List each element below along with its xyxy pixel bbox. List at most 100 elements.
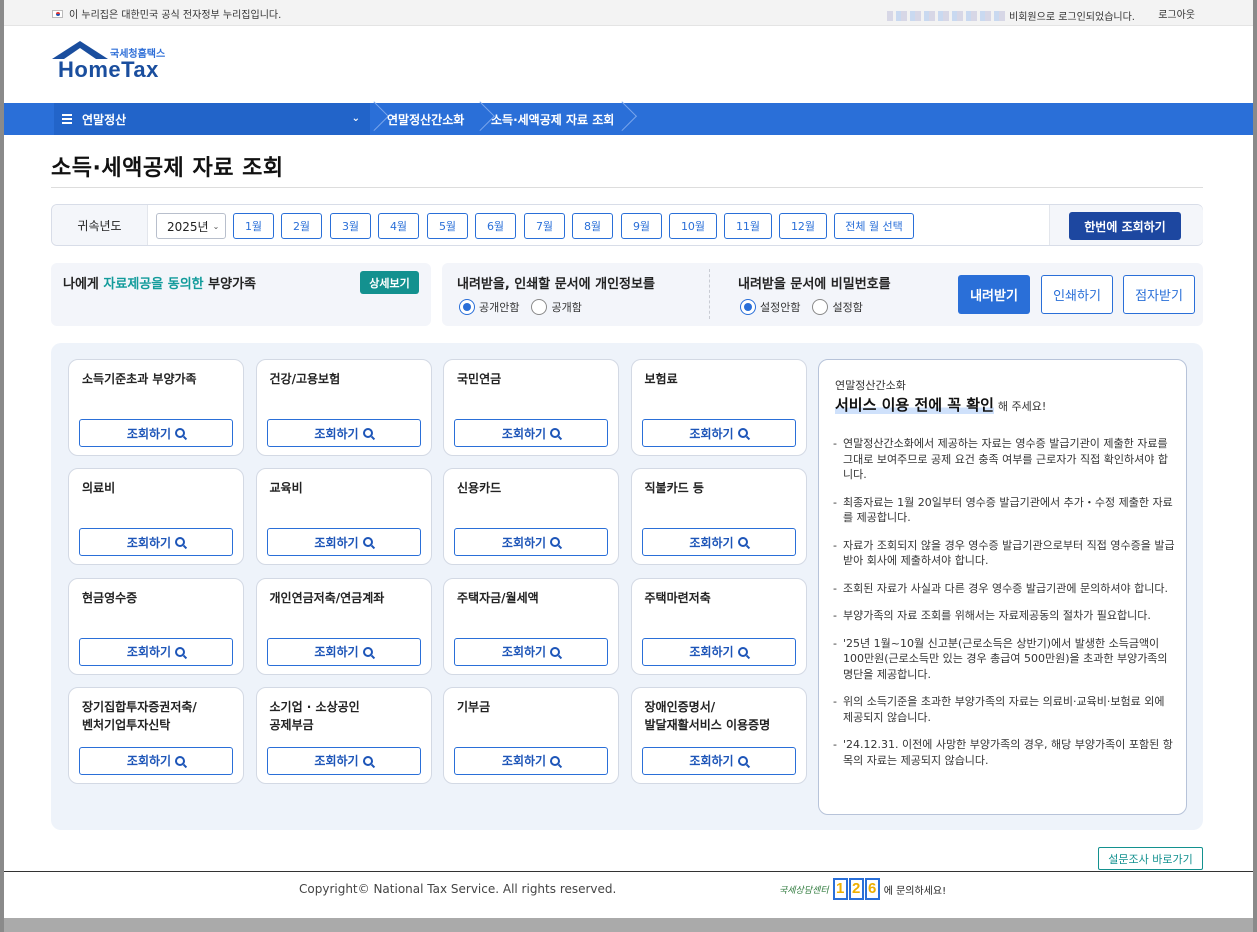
notice-item: 위의 소득기준을 초과한 부양가족의 자료는 의료비·교육비·보험료 외에 제공… [833, 694, 1177, 725]
month-button[interactable]: 6월 [475, 213, 516, 239]
query-button[interactable]: 조회하기 [266, 746, 421, 775]
deduction-card-title: 개인연금저축/연금계좌 [270, 589, 385, 607]
query-button[interactable]: 조회하기 [641, 528, 796, 557]
download-button[interactable]: 내려받기 [958, 275, 1030, 314]
deduction-card-title-line: 건강/고용보험 [269, 372, 341, 386]
year-label: 귀속년도 [52, 205, 148, 245]
print-button[interactable]: 인쇄하기 [1041, 275, 1113, 314]
notice-heading-tail: 해 주세요! [997, 400, 1047, 413]
search-icon [175, 755, 186, 766]
query-button[interactable]: 조회하기 [641, 746, 796, 775]
query-button[interactable]: 조회하기 [79, 746, 233, 775]
month-button[interactable]: 1월 [233, 213, 274, 239]
deduction-card-title: 보험료 [645, 370, 678, 388]
query-button-label: 조회하기 [126, 754, 172, 769]
call-center-banner[interactable]: 국세상담센터 1 2 6 에 문의하세요! [779, 878, 946, 900]
query-button[interactable]: 조회하기 [266, 637, 421, 666]
query-button[interactable]: 조회하기 [454, 746, 608, 775]
deduction-card-title: 소득기준초과 부양가족 [82, 370, 197, 388]
breadcrumb-separator [370, 103, 382, 135]
notice-subtitle: 연말정산간소화 [835, 379, 906, 392]
deduction-card-title: 직불카드 등 [645, 479, 704, 497]
password-option-title: 내려받을 문서에 비밀번호를 [738, 277, 891, 292]
menu-selector[interactable]: 연말정산 ⌄ [54, 103, 370, 135]
search-icon [550, 428, 561, 438]
deduction-card: 장애인증명서/발달재활서비스 이용증명조회하기 [630, 686, 807, 784]
password-off-radio[interactable] [740, 299, 756, 315]
deduction-card: 직불카드 등조회하기 [630, 468, 807, 566]
call-center-label: 국세상담센터 [779, 885, 829, 896]
query-button-label: 조회하기 [126, 645, 172, 660]
dependent-consent-text: 나에게 자료제공을 동의한 부양가족 [63, 273, 256, 292]
month-button[interactable]: 7월 [524, 213, 565, 239]
notice-item: 부양가족의 자료 조회를 위해서는 자료제공동의 절차가 필요합니다. [833, 608, 1177, 624]
deduction-card-title: 주택마련저축 [645, 589, 711, 607]
deduction-card-title-line: 주택마련저축 [644, 590, 711, 605]
month-button[interactable]: 9월 [621, 213, 662, 239]
query-button[interactable]: 조회하기 [454, 528, 608, 557]
korea-flag-icon [52, 9, 63, 18]
query-button[interactable]: 조회하기 [266, 419, 421, 447]
month-button[interactable]: 3월 [330, 213, 371, 239]
all-months-button[interactable]: 전체 월 선택 [834, 213, 914, 239]
personal-info-hide-radio[interactable] [459, 299, 475, 315]
login-status-text: 비회원으로 로그인되었습니다. [1009, 12, 1135, 23]
notice-box: 연말정산간소화 서비스 이용 전에 꼭 확인해 주세요! 연말정산간소화에서 제… [818, 359, 1187, 815]
deduction-card-title-line: 의료비 [82, 481, 116, 496]
hometax-logo[interactable]: 국세청홈택스 HomeTax [50, 41, 180, 91]
password-on-radio[interactable] [812, 299, 829, 315]
deduction-panel: 소득기준초과 부양가족 조회하기 건강/고용보험 조회하기 국민연금 조회하기 보험료 조회하… [51, 343, 1203, 830]
query-button[interactable]: 조회하기 [79, 528, 233, 557]
notice-item: 자료가 조회되지 않을 경우 영수증 발급기관으로부터 직접 영수증을 발급받아… [833, 538, 1177, 569]
query-button-label: 조회하기 [689, 426, 734, 441]
month-button[interactable]: 8월 [572, 213, 613, 239]
deduction-card: 소기업 · 소상공인공제부금조회하기 [255, 686, 432, 784]
query-button[interactable]: 조회하기 [266, 528, 421, 557]
month-button[interactable]: 2월 [281, 213, 322, 239]
deduction-card: 기부금조회하기 [443, 686, 619, 784]
year-select[interactable]: 2025년 ⌄ [156, 213, 226, 239]
breadcrumb-item[interactable]: 연말정산간소화 [387, 103, 464, 135]
one-click-query-button[interactable]: 한번에 조회하기 [1069, 212, 1181, 240]
search-icon [550, 537, 561, 548]
deduction-card-title-line: 현금영수증 [82, 590, 138, 605]
logout-link[interactable]: 로그아웃 [1158, 6, 1195, 21]
personal-info-show-radio[interactable] [531, 299, 548, 315]
call-center-number: 1 2 6 [832, 878, 880, 900]
title-divider [51, 187, 1203, 188]
deduction-card: 신용카드 조회하기 [443, 468, 619, 566]
month-button[interactable]: 5월 [427, 213, 468, 239]
month-button[interactable]: 4월 [378, 213, 419, 239]
query-button-label: 조회하기 [314, 645, 359, 660]
deduction-card-title: 장애인증명서/발달재활서비스 이용증명 [645, 698, 771, 734]
query-button[interactable]: 조회하기 [454, 419, 608, 447]
survey-button[interactable]: 설문조사 바로가기 [1098, 847, 1203, 870]
detail-button[interactable]: 상세보기 [360, 271, 419, 294]
query-button[interactable]: 조회하기 [79, 419, 233, 447]
month-button[interactable]: 12월 [779, 213, 827, 239]
radio-label: 공개안함 [479, 301, 520, 314]
search-icon [737, 755, 748, 766]
gov-notice[interactable]: 이 누리집은 대한민국 공식 전자정부 누리집입니다. [52, 6, 281, 21]
query-button-label: 조회하기 [314, 426, 359, 441]
deduction-card-title-line: 교육비 [269, 481, 303, 496]
window-bottom-edge [4, 918, 1253, 932]
braille-button[interactable]: 점자받기 [1123, 275, 1195, 314]
year-value: 2025년 [167, 219, 209, 234]
month-button[interactable]: 11월 [724, 213, 772, 239]
breadcrumb-item-current[interactable]: 소득·세액공제 자료 조회 [491, 103, 614, 135]
query-button[interactable]: 조회하기 [454, 637, 608, 666]
notice-item: '25년 1월~10월 신고분(근로소득은 상반기)에서 발생한 소득금액이 1… [833, 636, 1177, 683]
deduction-card-title-line: 공제부금 [269, 717, 314, 732]
month-button[interactable]: 10월 [669, 213, 717, 239]
notice-heading: 서비스 이용 전에 꼭 확인 해 주세요! [835, 394, 1046, 415]
deduction-card-title-line: 소기업 · 소상공인 [269, 699, 360, 714]
query-button[interactable]: 조회하기 [641, 419, 796, 447]
deduction-card: 국민연금 조회하기 [443, 359, 619, 456]
deduction-card-title: 기부금 [457, 698, 490, 716]
deduction-card-title: 건강/고용보험 [270, 370, 341, 388]
query-button[interactable]: 조회하기 [641, 637, 796, 666]
chevron-down-icon: ⌄ [351, 113, 360, 124]
query-button[interactable]: 조회하기 [79, 637, 233, 666]
search-icon [737, 428, 748, 438]
